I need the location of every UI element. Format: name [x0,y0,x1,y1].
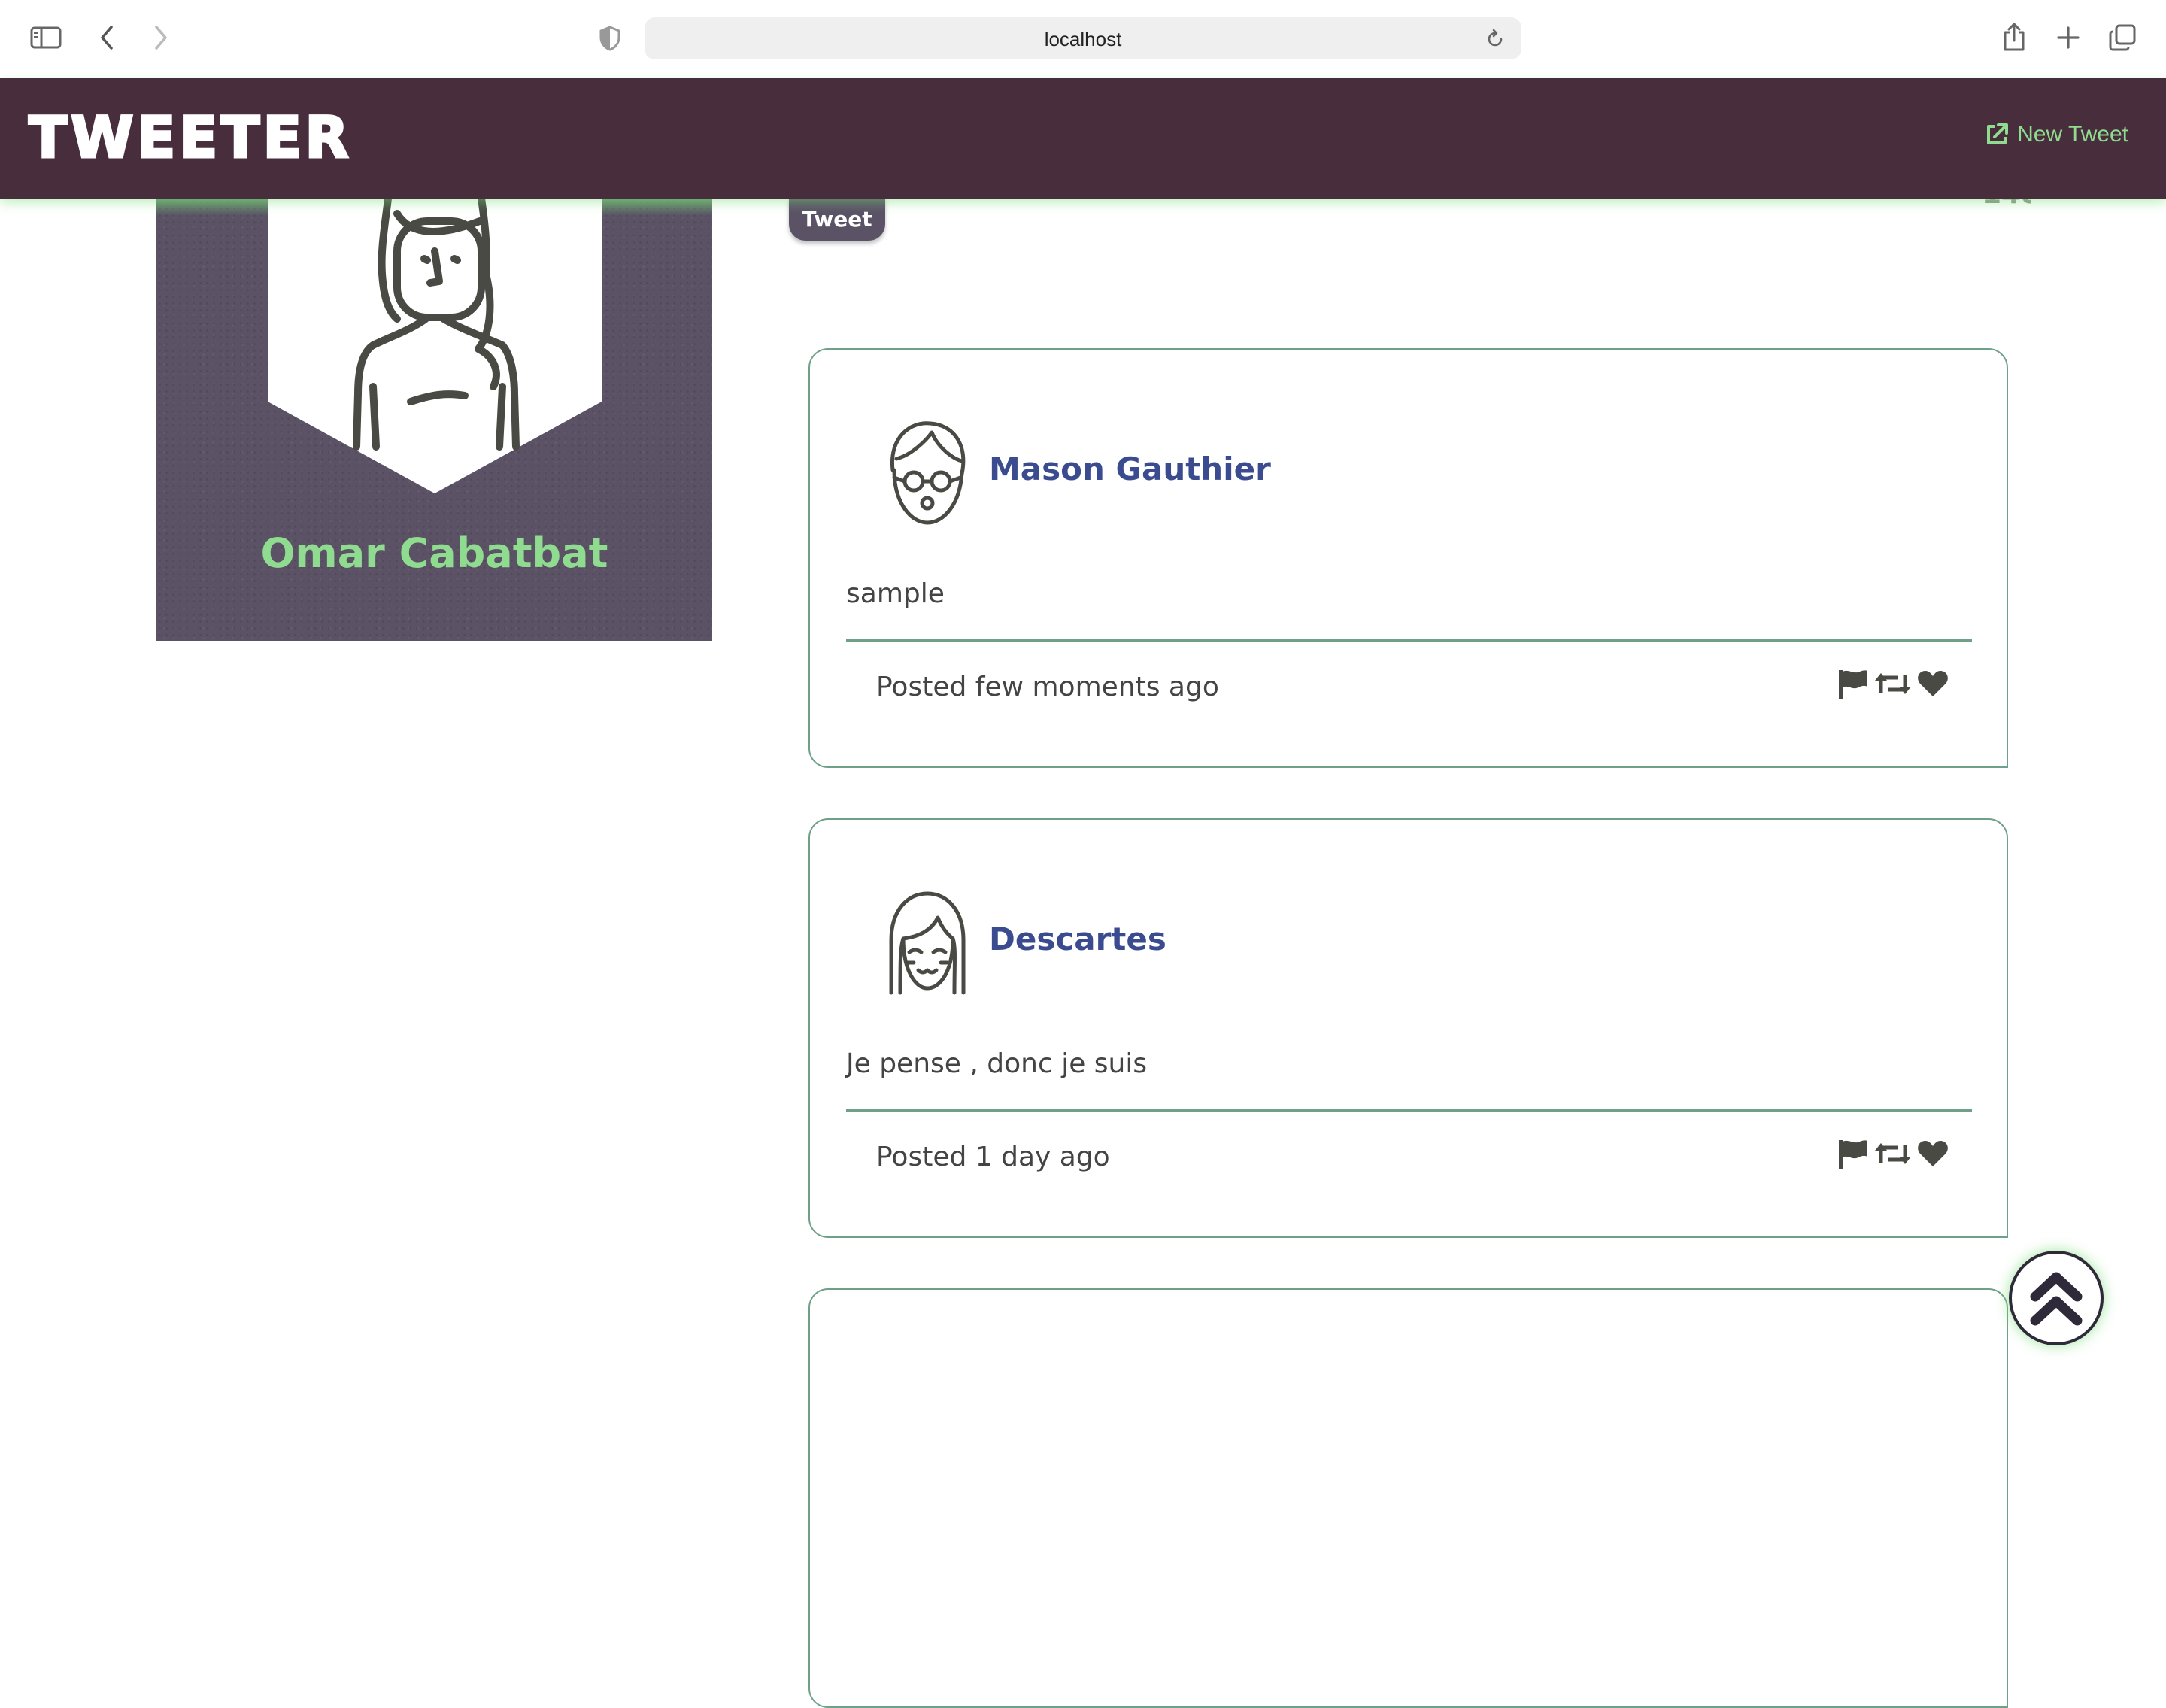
author-avatar [889,891,966,995]
author-avatar [890,421,966,525]
address-bar[interactable]: localhost [645,17,1521,59]
forward-icon[interactable] [147,23,174,53]
double-chevron-up-icon [2030,1272,2083,1326]
scroll-to-top-button[interactable] [2009,1251,2104,1345]
app-navbar: TWEETER New Tweet [0,78,2166,199]
profile-avatar-banner [268,199,602,493]
new-tweet-label: New Tweet [2017,122,2128,147]
shield-icon[interactable] [597,24,623,53]
reload-icon[interactable] [1482,26,1508,52]
heart-icon[interactable] [1917,669,1949,698]
brand-logo[interactable]: TWEETER [28,103,352,172]
retweet-icon[interactable] [1875,670,1911,697]
flag-icon[interactable] [1837,669,1869,699]
share-icon[interactable] [1999,20,2029,54]
tweet-card: Descartes Je pense , donc je suis Posted… [808,818,2008,1238]
browser-toolbar: localhost [0,0,2166,78]
profile-name: Omar Cabatbat [260,529,608,577]
tweet-author[interactable]: Mason Gauthier [989,451,1271,487]
heart-icon[interactable] [1917,1139,1949,1168]
tweet-author[interactable]: Descartes [989,921,1166,957]
tweet-card [808,1288,2008,1708]
tweet-timestamp: Posted few moments ago [876,672,1219,702]
new-tab-icon[interactable] [2053,23,2083,53]
tweet-divider [846,639,1972,642]
tweet-content: sample [846,578,945,609]
tweet-card: Mason Gauthier sample Posted few moments… [808,348,2008,768]
tweet-divider [846,1109,1972,1112]
tweet-actions [1837,1139,1949,1169]
retweet-icon[interactable] [1875,1140,1911,1167]
url-text: localhost [1044,28,1122,50]
new-tweet-link[interactable]: New Tweet [1984,122,2128,147]
tweet-submit-button[interactable]: Tweet [789,197,885,241]
external-link-icon [1987,123,2009,144]
tweet-content: Je pense , donc je suis [846,1048,1148,1079]
tweet-timestamp: Posted 1 day ago [876,1142,1110,1173]
profile-card: Omar Cabatbat [156,199,712,641]
sidebar-icon[interactable] [29,23,63,53]
back-icon[interactable] [93,23,120,53]
tweet-actions [1837,669,1949,699]
flag-icon[interactable] [1837,1139,1869,1169]
tabs-overview-icon[interactable] [2106,21,2139,54]
